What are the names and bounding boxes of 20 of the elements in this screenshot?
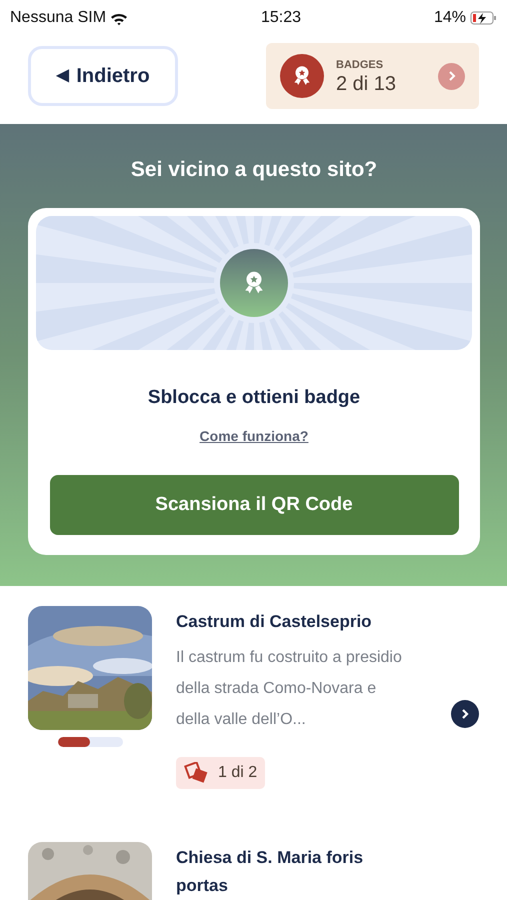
card-title: Sblocca e ottieni badge bbox=[146, 386, 362, 410]
scan-qr-button[interactable]: Scansiona il QR Code bbox=[50, 475, 458, 535]
medal-icon bbox=[280, 54, 324, 98]
help-link[interactable]: Come funziona? bbox=[200, 426, 308, 447]
clock: 15:23 bbox=[260, 8, 302, 28]
site-title[interactable]: Chiesa di S. Maria foris portas bbox=[176, 844, 404, 900]
site-title[interactable]: Castrum di Castelseprio bbox=[176, 608, 404, 636]
badges-count: 2 di 13 bbox=[336, 73, 398, 96]
section-title: Sei vicino a questo sito? bbox=[130, 157, 378, 183]
badge-count: 1 di 2 bbox=[176, 757, 266, 789]
battery-icon bbox=[470, 11, 497, 25]
chevron-right-icon[interactable] bbox=[451, 700, 479, 728]
badges-label: BADGES bbox=[336, 58, 384, 73]
site-description: Il castrum fu costruito a presidio della strada Como-Novara e della valle dell’O... bbox=[176, 648, 403, 730]
back-button[interactable]: ◀ Indietro bbox=[28, 46, 178, 106]
medal-icon bbox=[220, 248, 288, 316]
cards-icon bbox=[184, 762, 210, 784]
carrier-name: Nessuna SIM bbox=[10, 8, 106, 28]
badges-panel[interactable]: BADGES 2 di 13 bbox=[266, 43, 479, 109]
battery-percent: 14% bbox=[434, 8, 466, 28]
